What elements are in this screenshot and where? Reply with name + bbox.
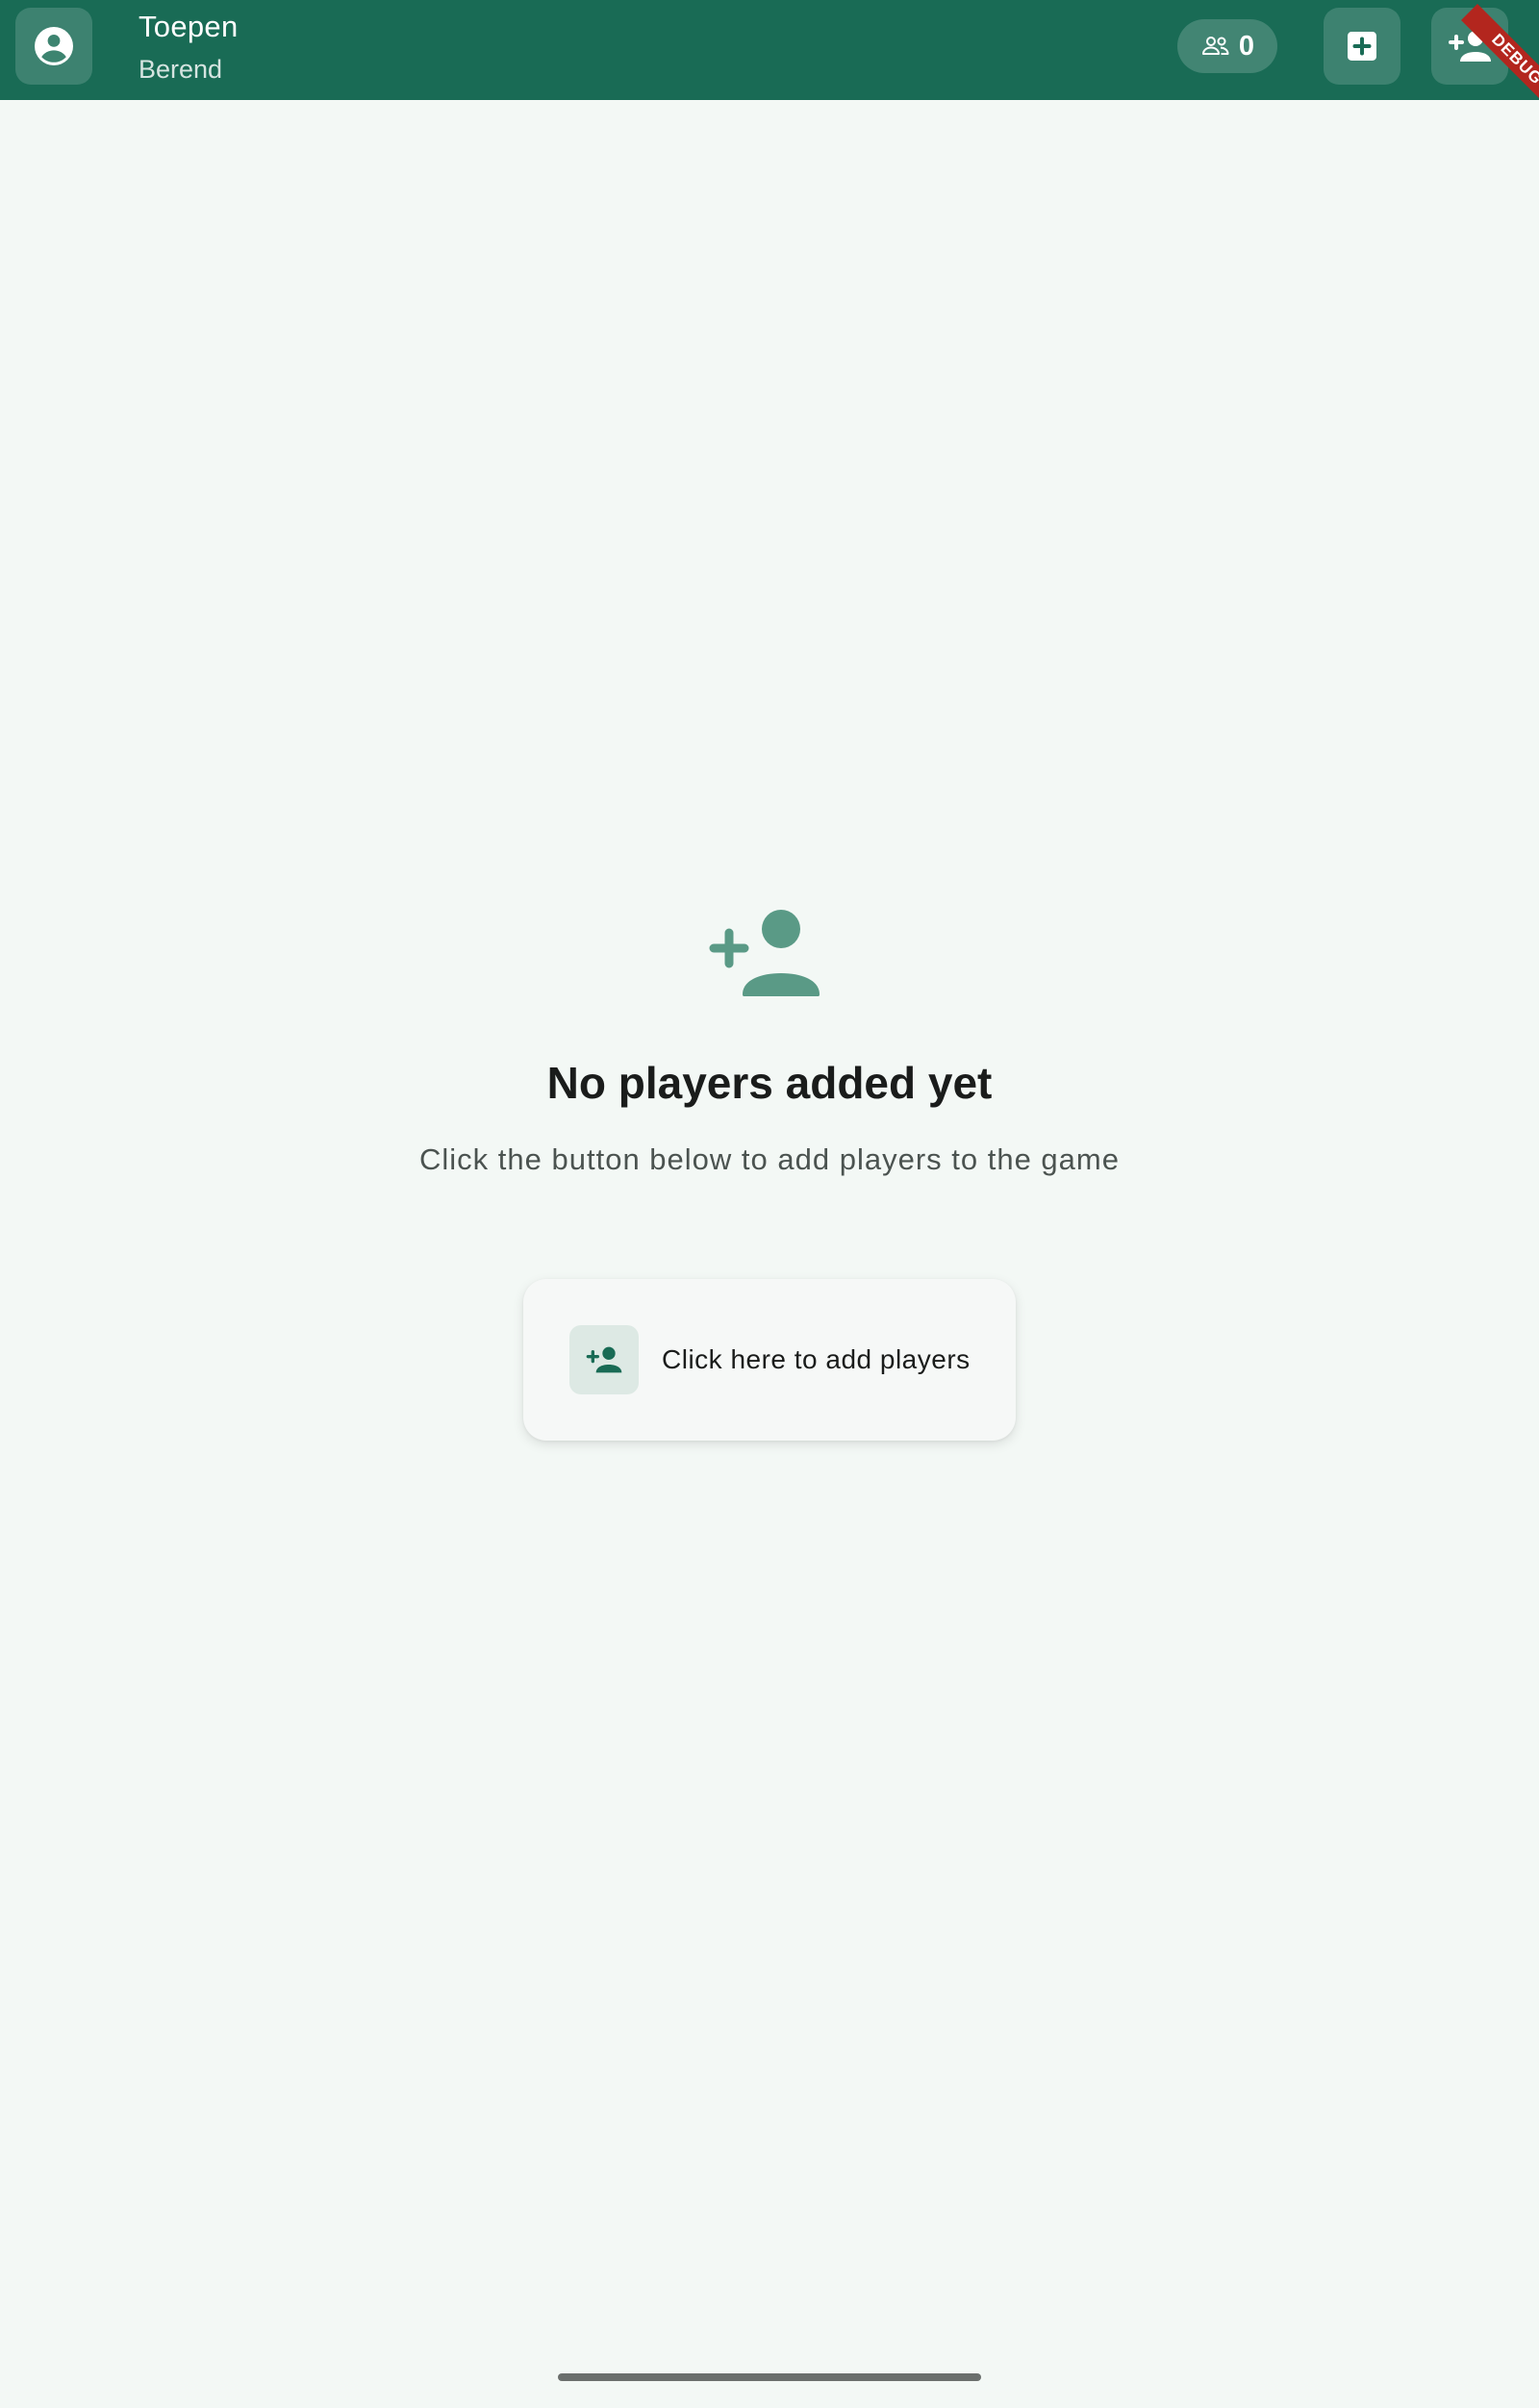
person-add-icon — [709, 910, 820, 996]
profile-button[interactable] — [15, 8, 92, 85]
add-players-icon-box — [569, 1325, 639, 1394]
app-root: Toepen Berend 0 DEBUG No players added y… — [0, 0, 1539, 2408]
player-count-value: 0 — [1238, 30, 1255, 62]
home-indicator[interactable] — [558, 2373, 981, 2381]
add-players-button-label: Click here to add players — [662, 1344, 971, 1374]
empty-state-subtitle: Click the button below to add players to… — [419, 1142, 1120, 1176]
app-subtitle: Berend — [139, 55, 223, 84]
group-icon — [1201, 37, 1229, 55]
empty-state: No players added yet Click the button be… — [0, 904, 1539, 1179]
title-block: Toepen Berend — [139, 8, 239, 87]
empty-state-title: No players added yet — [546, 1058, 993, 1108]
account-circle-icon — [35, 27, 73, 65]
app-bar: Toepen Berend 0 DEBUG — [0, 0, 1539, 100]
person-add-icon — [586, 1346, 622, 1373]
player-count-badge[interactable]: 0 — [1177, 19, 1277, 73]
app-title: Toepen — [139, 10, 239, 43]
add-players-button[interactable]: Click here to add players — [523, 1279, 1016, 1441]
new-game-button[interactable] — [1324, 8, 1400, 85]
add-box-icon — [1348, 32, 1376, 61]
